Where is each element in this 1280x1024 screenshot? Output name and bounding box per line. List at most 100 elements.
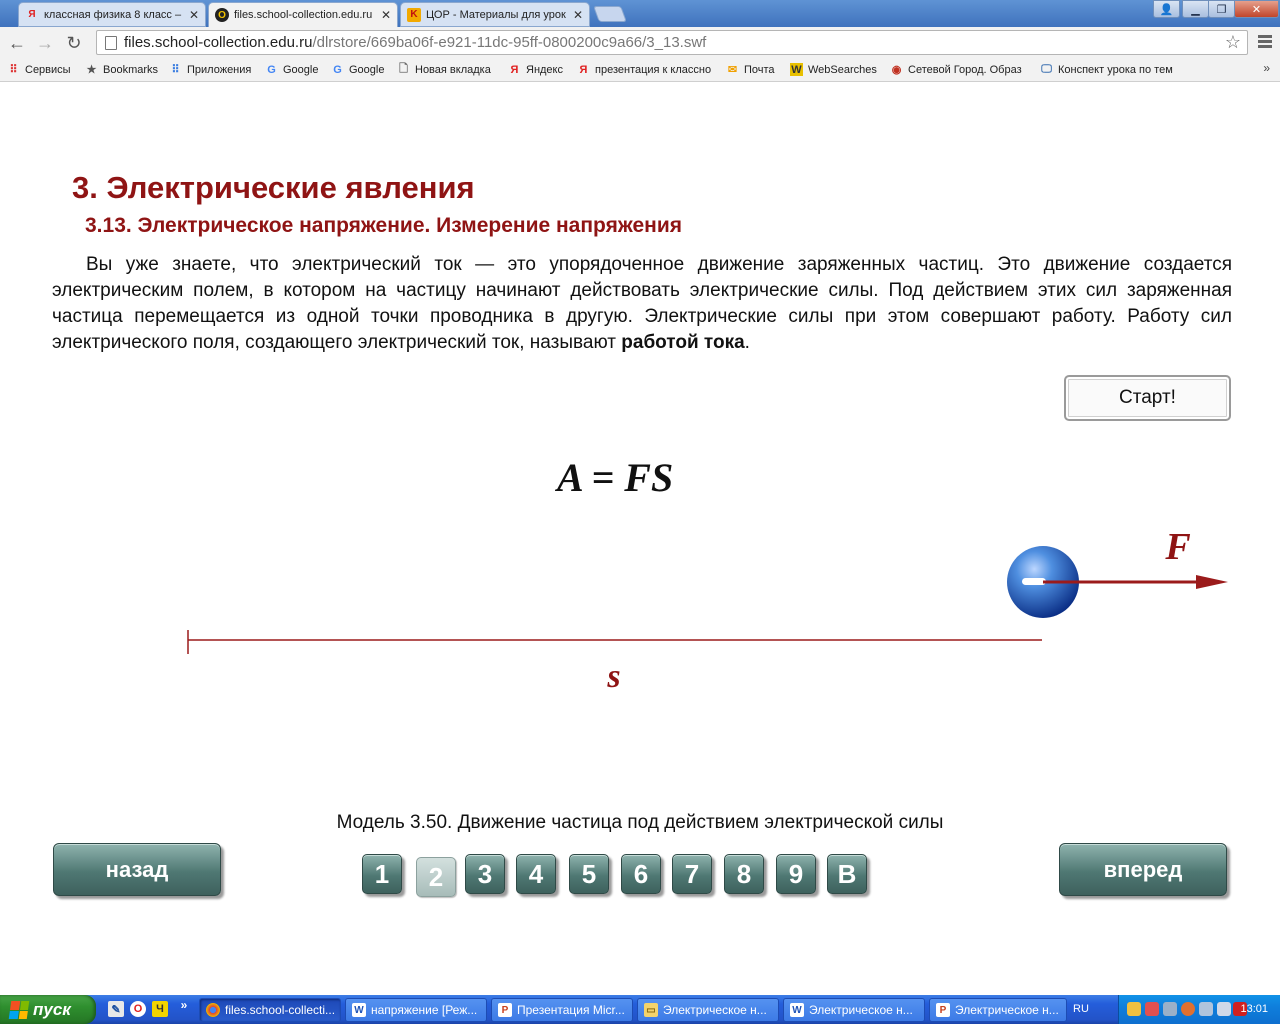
work-formula: A = FS bbox=[557, 455, 674, 500]
star-icon: ★ bbox=[86, 64, 97, 76]
bookmark-bookmarks[interactable]: ★ Bookmarks bbox=[85, 63, 158, 77]
bookmark-network-city[interactable]: ◉ Сетевой Город. Образ bbox=[890, 63, 1026, 77]
page-button-7[interactable]: 7 bbox=[672, 854, 712, 894]
page-button-5[interactable]: 5 bbox=[569, 854, 609, 894]
bookmark-mail[interactable]: ✉ Почта bbox=[726, 63, 775, 77]
user-icon[interactable]: 👤 bbox=[1153, 0, 1180, 18]
clock: 13:01 bbox=[1240, 1003, 1268, 1015]
taskbar-item-word-1[interactable]: W напряжение [Реж... bbox=[345, 998, 487, 1022]
bookmark-label: Почта bbox=[744, 63, 775, 76]
windows-flag-icon bbox=[8, 1000, 30, 1019]
quicklaunch-app-icon[interactable]: Ч bbox=[152, 1001, 168, 1017]
taskbar-item-word-2[interactable]: W Электрическое н... bbox=[783, 998, 925, 1022]
page-icon: 🗋 bbox=[399, 63, 408, 75]
tray-app-icon[interactable] bbox=[1127, 1002, 1141, 1016]
close-tab-icon[interactable]: ✕ bbox=[573, 8, 583, 22]
lesson-paragraph: Вы уже знаете, что электрический ток — э… bbox=[52, 252, 1232, 356]
minimize-button[interactable]: ▁ bbox=[1182, 0, 1209, 18]
bookmark-services[interactable]: ⠿ Сервисы bbox=[7, 63, 70, 77]
bookmark-yandex[interactable]: Я Яндекс bbox=[508, 63, 563, 76]
bookmark-lesson-notes[interactable]: 🖵 Конспект урока по тем bbox=[1040, 63, 1178, 76]
bookmark-google-2[interactable]: G Google bbox=[331, 63, 384, 76]
taskbar-item-powerpoint-1[interactable]: P Презентация Micr... bbox=[491, 998, 633, 1022]
forward-arrow-icon[interactable]: → bbox=[34, 32, 56, 54]
bookmark-google-1[interactable]: G Google bbox=[265, 63, 318, 76]
page-button-v[interactable]: В bbox=[827, 854, 867, 894]
address-bar[interactable]: files.school-collection.edu.ru /dlrstore… bbox=[96, 30, 1248, 55]
word-icon: W bbox=[352, 1003, 366, 1017]
bookmark-label: презентация к классно bbox=[595, 63, 712, 76]
opera-icon[interactable]: O bbox=[130, 1001, 146, 1017]
tray-network-icon[interactable] bbox=[1199, 1002, 1213, 1016]
monitor-icon: 🖵 bbox=[1041, 63, 1052, 75]
page-button-4[interactable]: 4 bbox=[516, 854, 556, 894]
tab-cor-materials[interactable]: K ЦОР - Материалы для урок ✕ bbox=[400, 2, 590, 27]
folder-icon: ▭ bbox=[644, 1003, 658, 1017]
page-title: 3. Электрические явления bbox=[72, 170, 475, 205]
notepad-icon[interactable]: ✎ bbox=[108, 1001, 124, 1017]
tray-security-icon[interactable] bbox=[1145, 1002, 1159, 1016]
bookmark-star-icon[interactable]: ☆ bbox=[1225, 32, 1241, 53]
tab-title: files.school-collection.edu.ru bbox=[234, 9, 373, 21]
chrome-icon bbox=[206, 1003, 220, 1017]
close-tab-icon[interactable]: ✕ bbox=[381, 8, 391, 22]
start-button[interactable]: Старт! bbox=[1064, 375, 1231, 421]
bookmark-websearches[interactable]: W WebSearches bbox=[790, 63, 877, 76]
mail-icon: ✉ bbox=[727, 64, 738, 76]
page-button-2[interactable]: 2 bbox=[416, 857, 456, 897]
powerpoint-icon: P bbox=[936, 1003, 950, 1017]
more-bookmarks-icon[interactable]: » bbox=[1263, 61, 1270, 75]
back-arrow-icon[interactable]: ← bbox=[6, 32, 28, 54]
new-tab-button[interactable] bbox=[593, 6, 627, 22]
page-button-6[interactable]: 6 bbox=[621, 854, 661, 894]
reload-icon[interactable]: ↻ bbox=[63, 32, 85, 54]
tab-school-collection[interactable]: O files.school-collection.edu.ru ✕ bbox=[208, 2, 398, 27]
bookmark-apps[interactable]: ⠿ Приложения bbox=[169, 63, 252, 77]
page-button-8[interactable]: 8 bbox=[724, 854, 764, 894]
windows-taskbar: пуск ✎ O Ч » files.school-collecti... W … bbox=[0, 995, 1280, 1024]
forward-button[interactable]: вперед bbox=[1059, 843, 1227, 896]
start-menu-button[interactable]: пуск bbox=[0, 995, 96, 1024]
tab-yandex-search[interactable]: Я классная физика 8 класс – ✕ bbox=[18, 2, 206, 27]
back-button[interactable]: назад bbox=[53, 843, 221, 896]
yandex-icon: Я bbox=[28, 9, 36, 20]
tray-browser-icon[interactable] bbox=[1181, 1002, 1195, 1016]
tab-title: классная физика 8 класс – bbox=[44, 8, 182, 21]
url-host: files.school-collection.edu.ru bbox=[124, 34, 313, 51]
k-icon: K bbox=[407, 7, 421, 22]
taskbar-item-folder[interactable]: ▭ Электрическое н... bbox=[637, 998, 779, 1022]
page-subtitle: 3.13. Электрическое напряжение. Измерени… bbox=[85, 214, 682, 237]
taskbar-item-powerpoint-2[interactable]: P Электрическое н... bbox=[929, 998, 1067, 1022]
paragraph-end: . bbox=[744, 332, 750, 353]
page-icon bbox=[105, 35, 117, 50]
close-tab-icon[interactable]: ✕ bbox=[189, 8, 199, 22]
menu-icon[interactable] bbox=[1258, 35, 1272, 50]
language-indicator[interactable]: RU bbox=[1073, 1003, 1089, 1015]
screen: Я классная физика 8 класс – ✕ O files.sc… bbox=[0, 0, 1280, 1024]
page-button-9[interactable]: 9 bbox=[776, 854, 816, 894]
word-icon: W bbox=[790, 1003, 804, 1017]
close-window-button[interactable]: ✕ bbox=[1234, 0, 1279, 18]
negative-charge-sign bbox=[1022, 578, 1046, 585]
quicklaunch-more-icon[interactable]: » bbox=[176, 997, 192, 1013]
taskbar-item-chrome[interactable]: files.school-collecti... bbox=[199, 998, 341, 1022]
bookmark-label: Яндекс bbox=[526, 63, 563, 76]
google-icon: G bbox=[333, 63, 342, 76]
task-label: Электрическое н... bbox=[663, 1003, 767, 1017]
bookmark-label: Приложения bbox=[187, 63, 252, 76]
page-button-1[interactable]: 1 bbox=[362, 854, 402, 894]
tray-tool-icon[interactable] bbox=[1163, 1002, 1177, 1016]
bookmark-presentation[interactable]: Я презентация к классно bbox=[577, 63, 715, 76]
start-label: пуск bbox=[33, 999, 71, 1019]
volume-icon[interactable] bbox=[1217, 1002, 1231, 1016]
school-icon: ◉ bbox=[891, 64, 902, 76]
bookmark-new-tab[interactable]: 🗋 Новая вкладка bbox=[397, 63, 491, 76]
google-icon: G bbox=[267, 63, 276, 76]
bookmark-label: WebSearches bbox=[808, 63, 877, 76]
bookmark-label: Google bbox=[349, 63, 385, 76]
page-button-3[interactable]: 3 bbox=[465, 854, 505, 894]
bookmarks-bar: ⠿ Сервисы ★ Bookmarks ⠿ Приложения G Goo… bbox=[0, 58, 1280, 82]
force-label: F bbox=[1164, 526, 1190, 568]
restore-button[interactable]: ❐ bbox=[1208, 0, 1235, 18]
task-label: напряжение [Реж... bbox=[371, 1003, 478, 1017]
